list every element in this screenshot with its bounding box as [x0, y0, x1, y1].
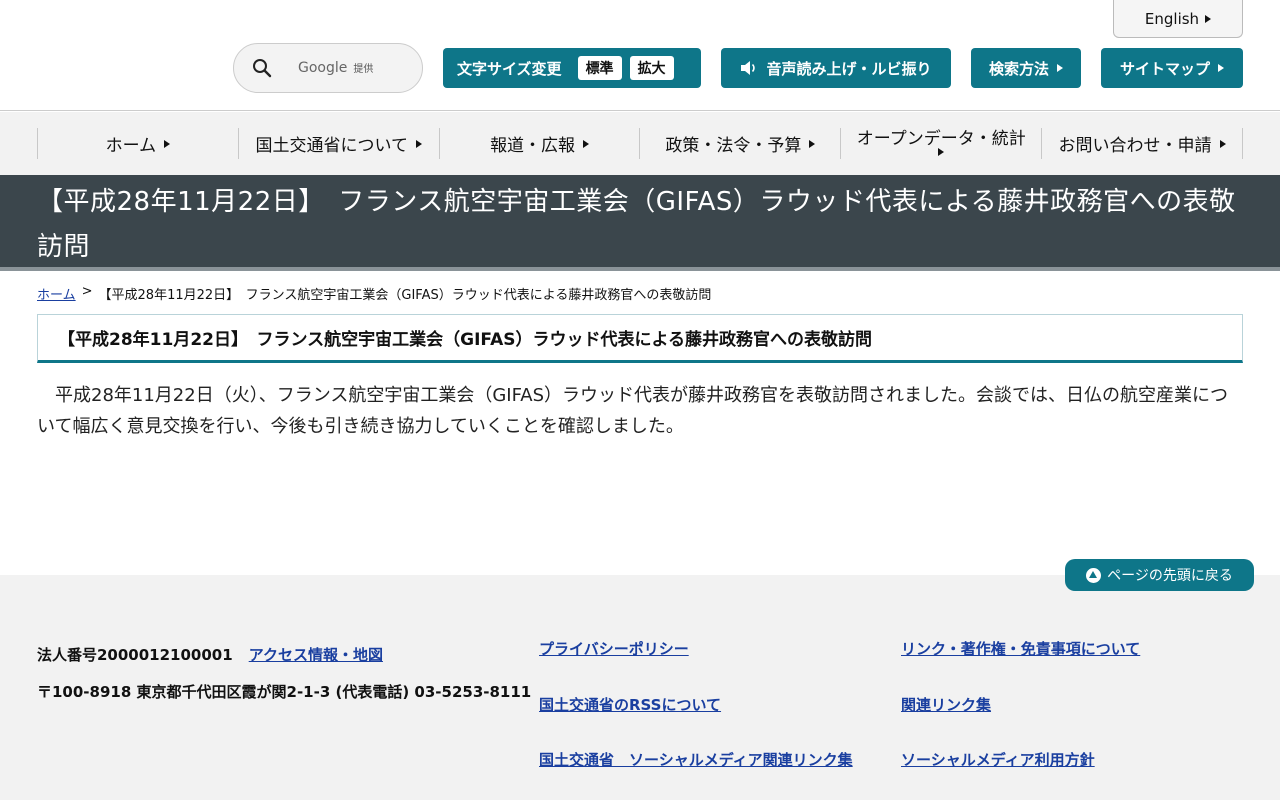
chevron-right-icon: [415, 139, 422, 148]
google-brand-text: Google: [298, 60, 348, 76]
copyright-link[interactable]: リンク・著作権・免責事項について: [901, 638, 1140, 659]
nav-item-label: 国土交通省について: [255, 136, 408, 156]
chevron-right-icon: [164, 139, 171, 148]
section-heading: 【平成28年11月22日】 フランス航空宇宙工業会（GIFAS）ラウッド代表によ…: [37, 314, 1243, 363]
chevron-right-icon: [583, 139, 590, 148]
nav-item-press[interactable]: 報道・広報: [438, 128, 640, 159]
search-icon: [253, 59, 272, 78]
related-links-link[interactable]: 関連リンク集: [901, 694, 991, 715]
nav-item-label: オープンデータ・統計: [856, 128, 1026, 149]
provided-by-text: 提供: [353, 64, 374, 75]
english-label: English: [1144, 9, 1200, 28]
breadcrumb-current: 【平成28年11月22日】 フランス航空宇宙工業会（GIFAS）ラウッド代表によ…: [98, 288, 712, 303]
nav-item-home[interactable]: ホーム: [37, 128, 238, 159]
arrow-up-icon: [1086, 567, 1102, 583]
nav-item-label: 政策・法令・予算: [665, 136, 802, 156]
font-size-standard-button[interactable]: 標準: [577, 56, 622, 80]
nav-item-opendata[interactable]: オープンデータ・統計: [840, 128, 1041, 159]
english-button[interactable]: English: [1113, 0, 1243, 38]
font-size-large-button[interactable]: 拡大: [629, 56, 674, 80]
chevron-right-icon: [938, 148, 945, 157]
page-top-button[interactable]: ページの先頭に戻る: [1065, 559, 1254, 591]
font-size-label: 文字サイズ変更: [457, 59, 562, 78]
chevron-right-icon: [1205, 14, 1212, 23]
social-media-links-link[interactable]: 国土交通省 ソーシャルメディア関連リンク集: [539, 749, 853, 770]
corporate-number: 法人番号2000012100001: [37, 646, 233, 664]
global-nav: ホーム 国土交通省について 報道・広報 政策・法令・予算 オープンデータ・統計 …: [0, 112, 1280, 175]
sitemap-label: サイトマップ: [1119, 59, 1210, 78]
breadcrumb-separator: >: [81, 284, 93, 299]
search-howto-label: 検索方法: [988, 59, 1049, 78]
rss-link[interactable]: 国土交通省のRSSについて: [539, 694, 721, 715]
chevron-right-icon: [1057, 64, 1063, 72]
chevron-right-icon: [1219, 139, 1226, 148]
speaker-icon: [741, 61, 756, 75]
nav-item-label: 報道・広報: [490, 136, 576, 156]
chevron-right-icon: [809, 139, 816, 148]
page-title-band: 【平成28年11月22日】 フランス航空宇宙工業会（GIFAS）ラウッド代表によ…: [0, 175, 1280, 271]
page-title: 【平成28年11月22日】 フランス航空宇宙工業会（GIFAS）ラウッド代表によ…: [37, 187, 1236, 262]
search-howto-button[interactable]: 検索方法: [971, 48, 1081, 88]
site-search-input[interactable]: Google 提供: [233, 43, 423, 93]
nav-item-policy[interactable]: 政策・法令・予算: [639, 128, 840, 159]
address: 〒100-8918 東京都千代田区霞が関2-1-3 (代表電話) 03-5253…: [37, 683, 532, 701]
search-placeholder: Google 提供: [298, 60, 373, 76]
article-body: 平成28年11月22日（火）、フランス航空宇宙工業会（GIFAS）ラウッド代表が…: [37, 385, 1229, 437]
social-media-policy-link[interactable]: ソーシャルメディア利用方針: [901, 749, 1095, 770]
nav-item-label: ホーム: [105, 136, 157, 156]
breadcrumb-home-link[interactable]: ホーム: [37, 284, 76, 303]
sitemap-button[interactable]: サイトマップ: [1101, 48, 1243, 88]
privacy-policy-link[interactable]: プライバシーポリシー: [539, 638, 689, 659]
page-top-label: ページの先頭に戻る: [1107, 568, 1233, 584]
chevron-right-icon: [1218, 64, 1224, 72]
corporate-number-row: 法人番号2000012100001 アクセス情報・地図: [37, 644, 383, 665]
voice-reading-label: 音声読み上げ・ルビ振り: [766, 59, 932, 78]
font-size-control: 文字サイズ変更 標準 拡大: [443, 48, 701, 88]
site-header: English Google 提供 文字サイズ変更 標準 拡大 音声読み上げ・ル…: [0, 0, 1280, 111]
nav-item-label: お問い合わせ・申請: [1058, 136, 1212, 156]
breadcrumb: ホーム > 【平成28年11月22日】 フランス航空宇宙工業会（GIFAS）ラウ…: [37, 284, 711, 303]
nav-item-contact[interactable]: お問い合わせ・申請: [1041, 128, 1243, 159]
voice-reading-button[interactable]: 音声読み上げ・ルビ振り: [721, 48, 951, 88]
access-link[interactable]: アクセス情報・地図: [249, 644, 383, 665]
nav-item-about[interactable]: 国土交通省について: [237, 128, 439, 159]
